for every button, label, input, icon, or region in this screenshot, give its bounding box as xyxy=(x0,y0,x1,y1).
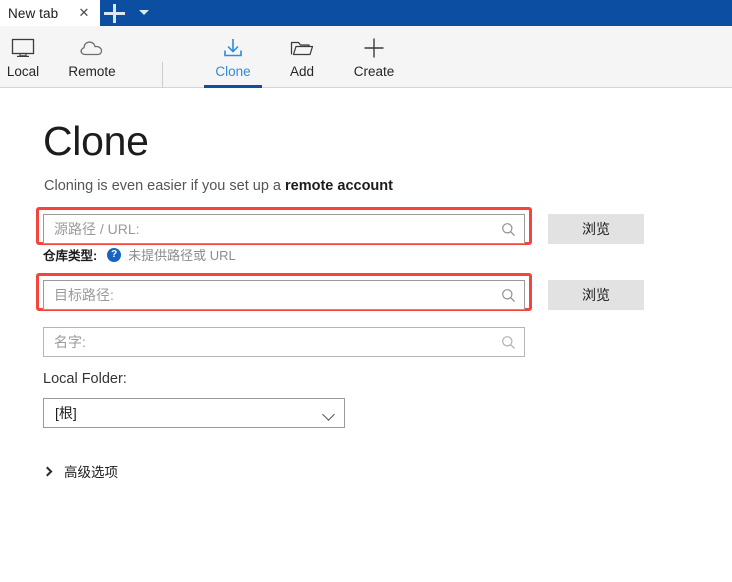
toolbar-item-clone[interactable]: Clone xyxy=(198,26,268,88)
cloud-icon xyxy=(75,33,109,63)
local-folder-label: Local Folder: xyxy=(43,371,127,387)
repo-type-row: 仓库类型: ? 未提供路径或 URL xyxy=(43,245,236,264)
source-path-input[interactable]: 源路径 / URL: xyxy=(43,214,525,244)
source-path-placeholder: 源路径 / URL: xyxy=(54,221,140,237)
toolbar-item-remote[interactable]: Remote xyxy=(57,26,127,88)
source-browse-button[interactable]: 浏览 xyxy=(548,214,644,244)
toolbar-item-add[interactable]: Add xyxy=(276,26,328,88)
search-icon[interactable] xyxy=(501,222,516,237)
download-icon xyxy=(216,33,250,63)
page-subtitle: Cloning is even easier if you set up a r… xyxy=(44,178,393,194)
toolbar-item-label: Remote xyxy=(68,64,116,79)
local-folder-select[interactable]: [根] xyxy=(43,398,345,428)
toolbar-item-local[interactable]: Local xyxy=(0,26,46,88)
toolbar-item-label: Create xyxy=(353,64,395,79)
name-placeholder: 名字: xyxy=(54,334,86,350)
target-path-placeholder: 目标路径: xyxy=(54,287,114,303)
repo-type-label: 仓库类型: xyxy=(43,249,98,263)
toolbar-item-label: Local xyxy=(6,64,40,79)
chevron-down-icon xyxy=(322,408,335,421)
tab-label: New tab xyxy=(8,5,59,21)
name-input[interactable]: 名字: xyxy=(43,327,525,357)
local-folder-value: [根] xyxy=(55,405,77,421)
toolbar-item-label: Clone xyxy=(215,64,251,79)
plus-icon xyxy=(357,33,391,63)
repo-type-value: 未提供路径或 URL xyxy=(128,248,236,263)
tab-strip: New tab ✕ xyxy=(0,0,732,26)
search-icon[interactable] xyxy=(501,288,516,303)
help-icon[interactable]: ? xyxy=(107,247,122,262)
clone-panel: Clone Cloning is even easier if you set … xyxy=(0,88,732,582)
folder-icon xyxy=(285,33,319,63)
target-path-input[interactable]: 目标路径: xyxy=(43,280,525,310)
target-browse-button[interactable]: 浏览 xyxy=(548,280,644,310)
chevron-down-icon[interactable] xyxy=(139,10,149,15)
git-client-window: New tab ✕ Local Remote Clone Add Create … xyxy=(0,0,732,582)
chevron-right-icon xyxy=(42,466,53,476)
remote-account-link[interactable]: remote account xyxy=(285,178,393,194)
toolbar-item-label: Add xyxy=(289,64,315,79)
monitor-icon xyxy=(6,33,40,63)
toolbar-item-create[interactable]: Create xyxy=(343,26,405,88)
toolbar: Local Remote Clone Add Create xyxy=(0,26,732,104)
advanced-options-label: 高级选项 xyxy=(64,465,118,480)
advanced-options-toggle[interactable]: 高级选项 xyxy=(42,461,118,481)
page-title: Clone xyxy=(43,118,149,164)
plus-icon[interactable] xyxy=(104,3,125,24)
close-icon[interactable]: ✕ xyxy=(76,4,92,22)
search-icon[interactable] xyxy=(501,335,516,350)
page-subtitle-prefix: Cloning is even easier if you set up a xyxy=(44,178,285,194)
